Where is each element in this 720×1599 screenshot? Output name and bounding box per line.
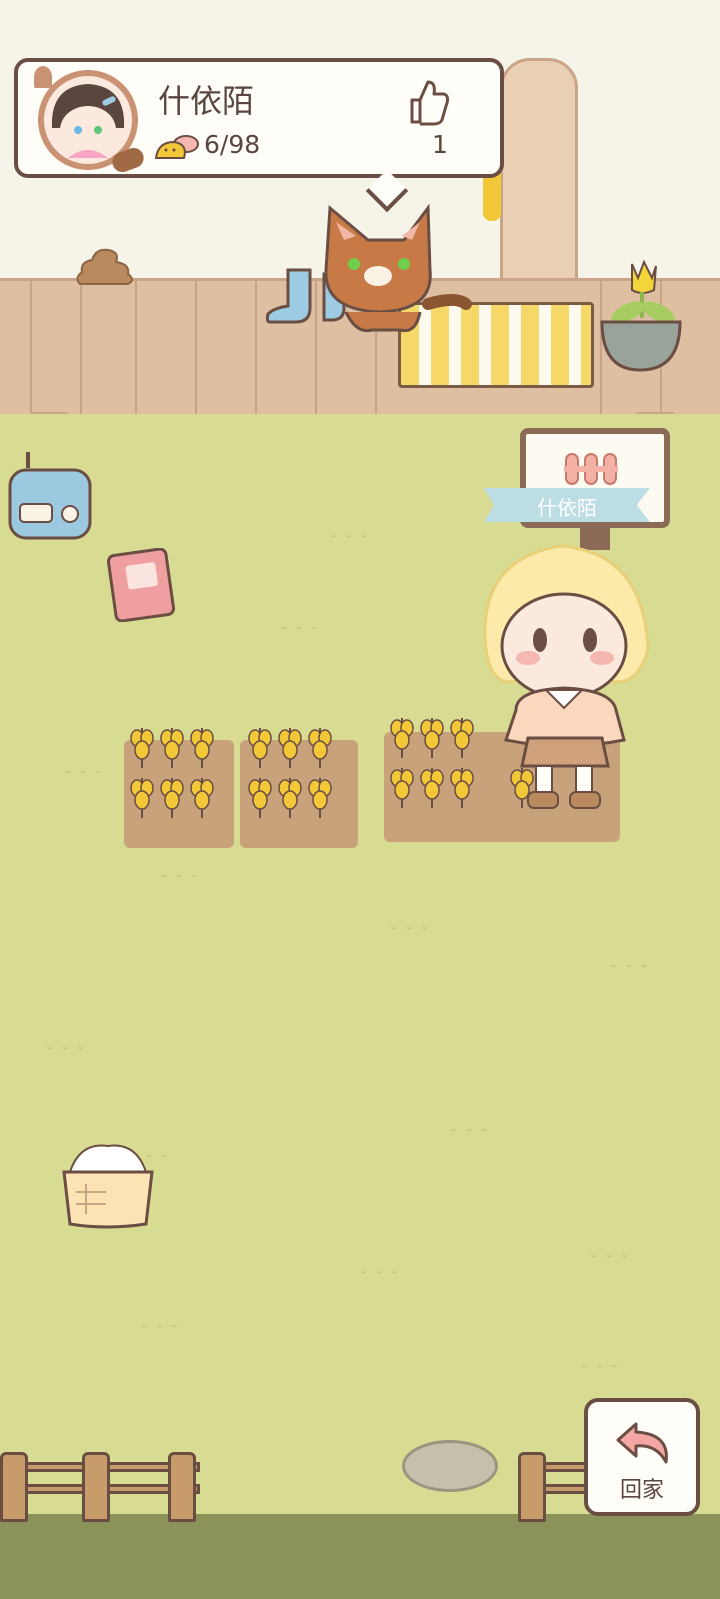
fence-post	[82, 1452, 110, 1522]
wheat-crop-icon[interactable]	[420, 764, 444, 810]
flour-basket-icon[interactable]	[60, 1140, 156, 1230]
fish-icon	[154, 132, 200, 162]
wheat-crop-icon[interactable]	[130, 724, 154, 770]
wheat-crop-icon[interactable]	[160, 774, 184, 820]
wheat-crop-icon[interactable]	[248, 774, 272, 820]
wheat-crop-icon[interactable]	[130, 774, 154, 820]
fence-post	[518, 1452, 546, 1522]
fence-post	[0, 1452, 28, 1522]
doorway	[483, 58, 578, 288]
wheat-crop-icon[interactable]	[308, 724, 332, 770]
wheat-crop-icon[interactable]	[450, 714, 474, 760]
return-arrow-icon	[616, 1420, 672, 1466]
wheat-crop-icon[interactable]	[450, 764, 474, 810]
wheat-crop-icon[interactable]	[278, 724, 302, 770]
cat-icon[interactable]	[316, 200, 472, 338]
fish-count: 6/98	[204, 130, 261, 159]
stone-icon[interactable]	[402, 1440, 498, 1492]
fence-post	[168, 1452, 196, 1522]
notebook-icon[interactable]	[106, 547, 176, 623]
wheat-crop-icon[interactable]	[190, 724, 214, 770]
wheat-crop-icon[interactable]	[278, 774, 302, 820]
wheat-crop-icon[interactable]	[390, 764, 414, 810]
like-count: 1	[432, 130, 448, 159]
back-home-label: 回家	[619, 1478, 664, 1503]
wheat-crop-icon[interactable]	[160, 724, 184, 770]
sign-owner-name: 什依陌	[537, 496, 597, 520]
wheat-crop-icon[interactable]	[390, 714, 414, 760]
player-name: 什依陌	[158, 82, 255, 120]
radio-icon[interactable]	[6, 448, 94, 546]
wheat-crop-icon[interactable]	[190, 774, 214, 820]
fence-icon	[564, 452, 618, 486]
poop-icon[interactable]	[74, 244, 136, 286]
wheat-crop-icon[interactable]	[510, 764, 534, 810]
tulip-pot-icon[interactable]	[598, 256, 684, 376]
wheat-crop-icon[interactable]	[308, 774, 332, 820]
wheat-crop-icon[interactable]	[420, 714, 444, 760]
thumbs-up-icon[interactable]	[406, 78, 450, 126]
farmer-girl-character[interactable]	[476, 540, 652, 816]
dirt-strip	[0, 1514, 720, 1599]
avatar-ear-icon	[34, 66, 52, 88]
wheat-crop-icon[interactable]	[248, 724, 272, 770]
